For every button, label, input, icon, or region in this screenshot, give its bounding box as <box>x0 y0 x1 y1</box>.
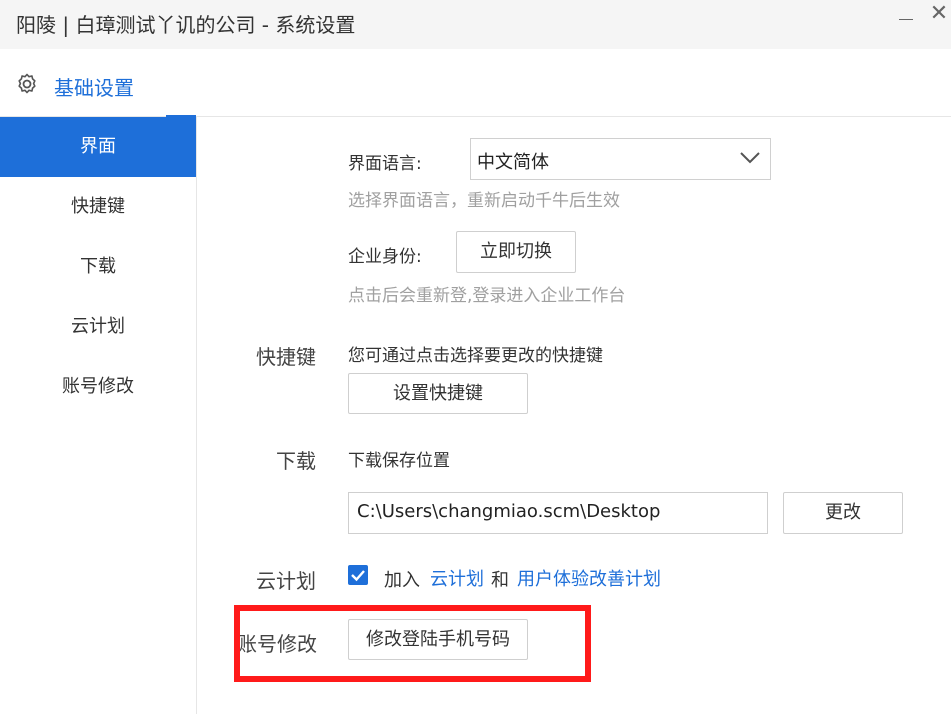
identity-label: 企业身份: <box>348 247 422 267</box>
chevron-down-icon <box>740 152 760 164</box>
shortcuts-description: 您可通过点击选择要更改的快捷键 <box>348 346 603 366</box>
language-hint: 选择界面语言，重新启动千牛后生效 <box>348 191 620 211</box>
sidebar-item-shortcuts[interactable]: 快捷键 <box>0 177 196 237</box>
settings-header: 基础设置 <box>0 49 951 117</box>
download-description: 下载保存位置 <box>348 451 450 471</box>
cloud-plan-section-label: 云计划 <box>256 569 316 593</box>
language-label: 界面语言: <box>348 154 422 174</box>
language-select[interactable]: 中文简体 <box>470 138 771 180</box>
minimize-icon[interactable] <box>896 6 916 26</box>
shortcuts-section-label: 快捷键 <box>256 345 316 369</box>
gear-icon <box>18 73 36 94</box>
switch-identity-button[interactable]: 立即切换 <box>456 231 576 273</box>
download-path-value: C:\Users\changmiao.scm\Desktop <box>357 501 661 522</box>
close-icon[interactable]: ✕ <box>928 2 950 26</box>
highlight-box <box>234 605 591 682</box>
sidebar-item-download[interactable]: 下载 <box>0 237 196 297</box>
title-bar: 阳陵 | 白璋测试丫讥的公司 - 系统设置 ✕ <box>0 0 951 49</box>
sidebar-item-cloud-plan[interactable]: 云计划 <box>0 297 196 357</box>
sidebar-item-interface[interactable]: 界面 <box>0 117 196 177</box>
identity-hint: 点击后会重新登,登录进入企业工作台 <box>348 286 626 306</box>
sidebar-item-account[interactable]: 账号修改 <box>0 357 196 417</box>
ux-improvement-link[interactable]: 用户体验改善计划 <box>517 565 661 591</box>
join-text: 加入 <box>384 570 420 591</box>
change-path-button[interactable]: 更改 <box>783 492 903 534</box>
window-title: 阳陵 | 白璋测试丫讥的公司 - 系统设置 <box>16 13 356 37</box>
set-shortcuts-button[interactable]: 设置快捷键 <box>348 373 528 414</box>
cloud-plan-link[interactable]: 云计划 <box>430 565 484 591</box>
checkmark-icon <box>351 570 365 582</box>
download-path-field[interactable]: C:\Users\changmiao.scm\Desktop <box>348 492 768 534</box>
download-section-label: 下载 <box>276 449 316 473</box>
sidebar: 界面 快捷键 下载 云计划 账号修改 <box>0 117 197 714</box>
and-text: 和 <box>491 570 509 591</box>
cloud-plan-checkbox[interactable] <box>348 565 368 585</box>
language-select-value: 中文简体 <box>477 152 549 173</box>
page-title: 基础设置 <box>54 76 134 100</box>
